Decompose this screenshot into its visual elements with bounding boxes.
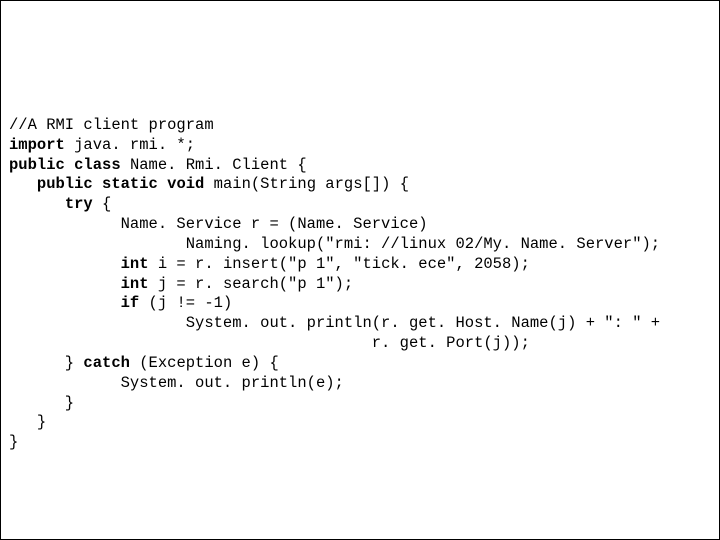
code-text: java. rmi. *; <box>65 136 195 154</box>
code-text <box>65 156 74 174</box>
kw-class: class <box>74 156 121 174</box>
code-line: } <box>9 394 74 412</box>
code-text <box>9 294 121 312</box>
code-text <box>9 195 65 213</box>
code-text <box>9 275 121 293</box>
code-text <box>158 175 167 193</box>
kw-import: import <box>9 136 65 154</box>
kw-int: int <box>121 255 149 273</box>
code-text: j = r. search("p 1"); <box>149 275 354 293</box>
code-text <box>9 255 121 273</box>
code-line: Naming. lookup("rmi: //linux 02/My. Name… <box>9 235 660 253</box>
code-text <box>9 175 37 193</box>
slide: //A RMI client program import java. rmi.… <box>0 0 720 540</box>
kw-catch: catch <box>83 354 130 372</box>
kw-if: if <box>121 294 140 312</box>
kw-int: int <box>121 275 149 293</box>
code-text: Name. Rmi. Client { <box>121 156 307 174</box>
code-line: System. out. println(r. get. Host. Name(… <box>9 314 660 332</box>
kw-public: public <box>37 175 93 193</box>
code-text: { <box>93 195 112 213</box>
code-line: } <box>9 433 18 451</box>
code-text: main(String args[]) { <box>204 175 409 193</box>
kw-void: void <box>167 175 204 193</box>
code-text: (Exception e) { <box>130 354 279 372</box>
code-line: //A RMI client program <box>9 116 214 134</box>
code-line: System. out. println(e); <box>9 374 344 392</box>
code-line: Name. Service r = (Name. Service) <box>9 215 428 233</box>
code-block: //A RMI client program import java. rmi.… <box>9 116 660 453</box>
kw-try: try <box>65 195 93 213</box>
code-text <box>93 175 102 193</box>
code-text: i = r. insert("p 1", "tick. ece", 2058); <box>149 255 530 273</box>
code-line: r. get. Port(j)); <box>9 334 530 352</box>
code-text: } <box>9 354 83 372</box>
code-line: } <box>9 413 46 431</box>
code-text: (j != -1) <box>139 294 232 312</box>
kw-public: public <box>9 156 65 174</box>
kw-static: static <box>102 175 158 193</box>
